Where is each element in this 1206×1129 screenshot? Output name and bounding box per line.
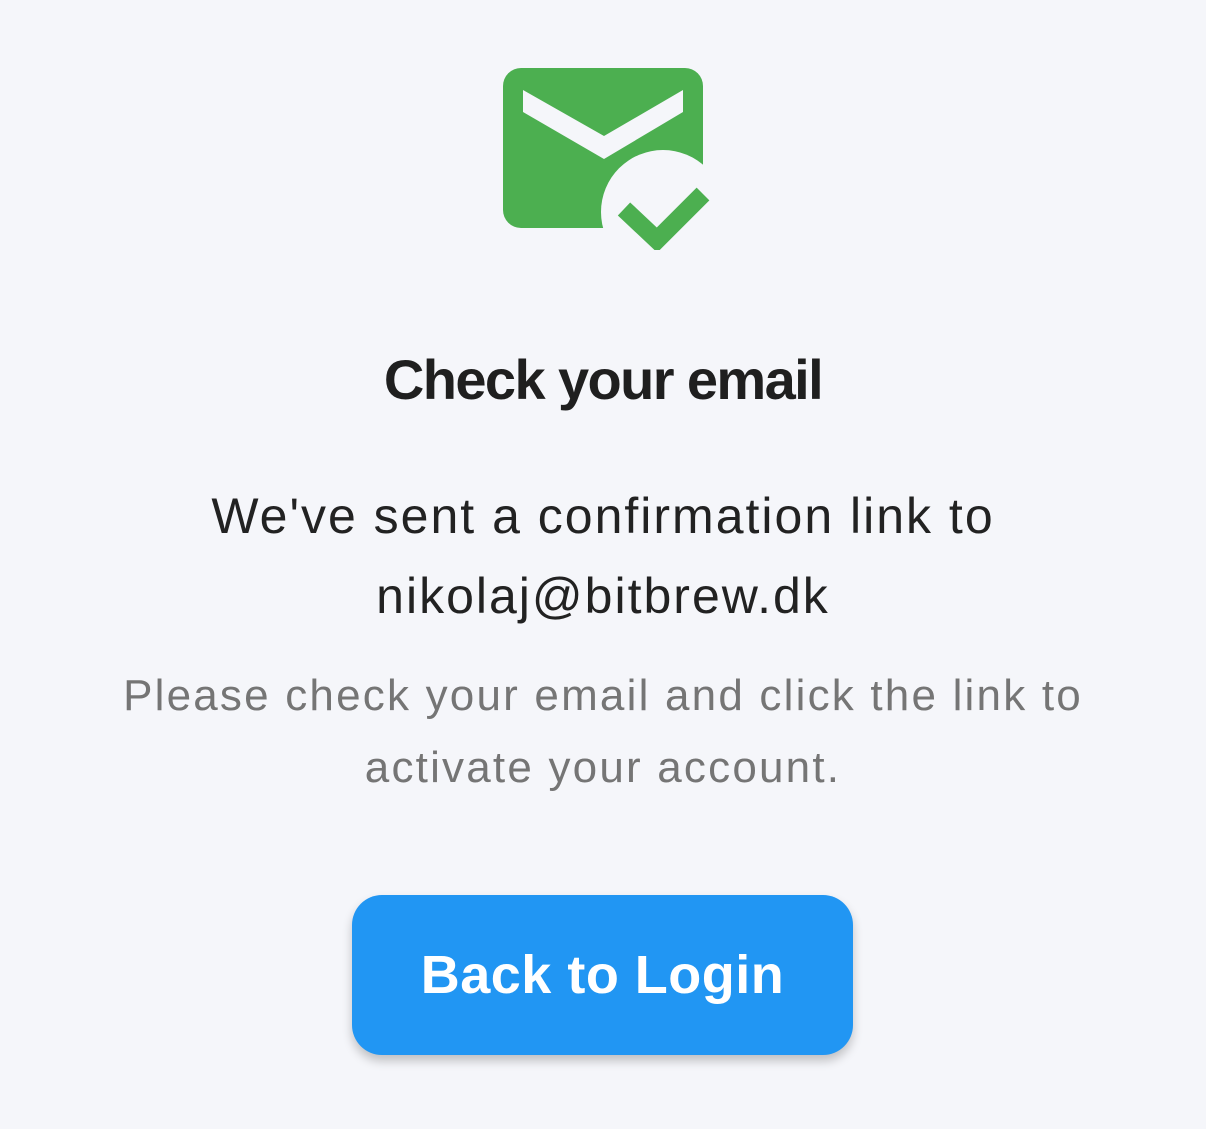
confirmation-message: We've sent a confirmation link to nikola… <box>0 476 1206 636</box>
email-address: nikolaj@bitbrew.dk <box>376 568 830 624</box>
confirmation-text: We've sent a confirmation link to <box>211 488 995 544</box>
mail-check-icon <box>500 64 716 250</box>
instruction-line-2: activate your account. <box>364 743 842 792</box>
page-title: Check your email <box>383 348 824 411</box>
instruction-text: Please check your email and click the li… <box>0 660 1206 804</box>
back-to-login-button[interactable]: Back to Login <box>352 895 853 1055</box>
instruction-line-1: Please check your email and click the li… <box>123 671 1083 720</box>
